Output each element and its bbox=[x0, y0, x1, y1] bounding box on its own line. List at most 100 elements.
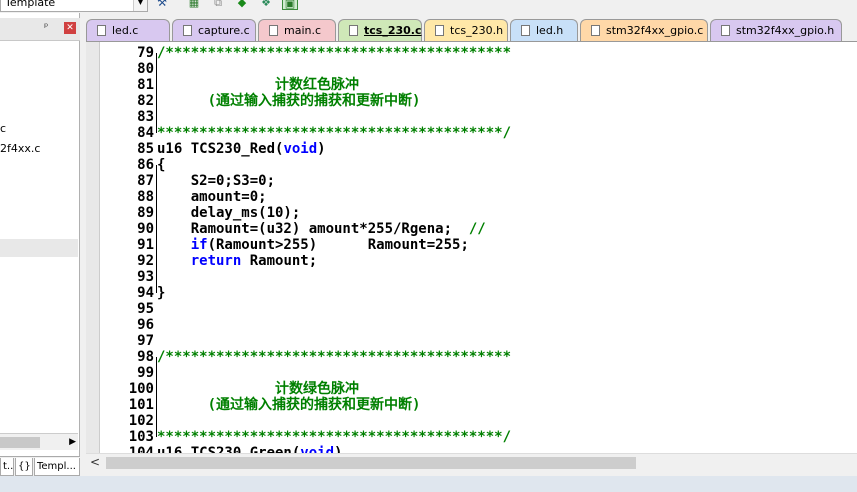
code-line[interactable]: 100 计数绿色脉冲 bbox=[86, 381, 857, 397]
download-icon[interactable]: ◆ bbox=[234, 0, 250, 10]
line-number: 98 bbox=[137, 349, 154, 365]
tab-tcs230-c[interactable]: tcs_230.c bbox=[338, 19, 422, 41]
code-text[interactable]: Ramount=(u32) amount*255/Rgena; // bbox=[157, 221, 486, 237]
code-line[interactable]: 102 bbox=[86, 413, 857, 429]
code-token: Ramount=(u32) amount*255/Rgena; bbox=[157, 221, 469, 237]
code-line[interactable]: 90 Ramount=(u32) amount*255/Rgena; // bbox=[86, 221, 857, 237]
code-line[interactable]: 93 bbox=[86, 269, 857, 285]
code-line[interactable]: 94} bbox=[86, 285, 857, 301]
tab-templates[interactable]: Templ... bbox=[34, 458, 80, 476]
project-panel: ᵖ ✕ c 2f4xx.c ▶ bbox=[0, 13, 80, 456]
comment-token: /***************************************… bbox=[157, 45, 512, 61]
code-line[interactable]: 89 delay_ms(10); bbox=[86, 205, 857, 221]
file-icon bbox=[349, 25, 358, 36]
tree-item[interactable]: 2f4xx.c bbox=[0, 142, 40, 155]
comment-token: (通过输入捕获的捕获和更新中断) bbox=[157, 397, 421, 413]
code-text[interactable]: u16 TCS230_Red(void) bbox=[157, 141, 326, 157]
code-line[interactable]: 98/*************************************… bbox=[86, 349, 857, 365]
tab-capture-c[interactable]: capture.c bbox=[172, 19, 256, 41]
code-text[interactable]: /***************************************… bbox=[157, 45, 511, 61]
code-token: { bbox=[157, 157, 166, 173]
line-number: 87 bbox=[137, 173, 154, 189]
code-line[interactable]: 85 u16 TCS230_Red(void) bbox=[86, 141, 857, 157]
code-line[interactable]: 103 *************************************… bbox=[86, 429, 857, 445]
code-text[interactable]: amount=0; bbox=[157, 189, 267, 205]
code-line[interactable]: 96 bbox=[86, 317, 857, 333]
code-line[interactable]: 99 bbox=[86, 365, 857, 381]
line-number: 90 bbox=[137, 221, 154, 237]
file-tabs: led.c capture.c main.c tcs_230.c tcs_230… bbox=[86, 18, 857, 41]
code-text[interactable]: (通过输入捕获的捕获和更新中断) bbox=[157, 397, 421, 413]
line-number: 79 bbox=[137, 45, 154, 61]
scrollbar-thumb[interactable] bbox=[106, 457, 636, 469]
pin-icon[interactable]: ᵖ bbox=[44, 22, 48, 33]
code-text[interactable]: /***************************************… bbox=[157, 349, 511, 365]
code-text[interactable]: (通过输入捕获的捕获和更新中断) bbox=[157, 93, 421, 109]
comment-token: // bbox=[468, 221, 486, 237]
tab-tcs230-h[interactable]: tcs_230.h bbox=[424, 19, 508, 41]
tree-selection[interactable] bbox=[0, 239, 78, 257]
debug-icon[interactable]: ❖ bbox=[258, 0, 274, 10]
code-line[interactable]: 86{ bbox=[86, 157, 857, 173]
project-panel-scrollbar[interactable]: ▶ bbox=[0, 433, 78, 450]
line-number: 100 bbox=[128, 381, 154, 397]
code-text[interactable]: } bbox=[157, 285, 165, 301]
code-text[interactable]: delay_ms(10); bbox=[157, 205, 301, 221]
tab-stm32f4xx-gpio-h[interactable]: stm32f4xx_gpio.h bbox=[710, 19, 842, 41]
target-select[interactable]: Template ▼ bbox=[0, 0, 148, 12]
code-line[interactable]: 88 amount=0; bbox=[86, 189, 857, 205]
wand-icon[interactable]: ⚒ bbox=[154, 0, 170, 10]
code-text[interactable]: { bbox=[157, 157, 165, 173]
target-select-value: Template bbox=[5, 0, 56, 9]
file-icon bbox=[521, 25, 530, 36]
tab-led-c[interactable]: led.c bbox=[86, 19, 170, 41]
code-text[interactable]: 计数红色脉冲 bbox=[157, 77, 359, 93]
code-editor[interactable]: 79/*************************************… bbox=[86, 41, 857, 461]
tab-main-c[interactable]: main.c bbox=[258, 19, 336, 41]
code-line[interactable]: 83 bbox=[86, 109, 857, 125]
rebuild-icon[interactable]: ⧉ bbox=[210, 0, 226, 10]
line-number: 81 bbox=[137, 77, 154, 93]
code-text[interactable]: 计数绿色脉冲 bbox=[157, 381, 359, 397]
comment-token: 计数红色脉冲 bbox=[157, 77, 360, 93]
code-line[interactable]: 84 **************************************… bbox=[86, 125, 857, 141]
code-line[interactable]: 95 bbox=[86, 301, 857, 317]
status-bar bbox=[0, 476, 857, 492]
code-line[interactable]: 101 (通过输入捕获的捕获和更新中断) bbox=[86, 397, 857, 413]
code-text[interactable]: return Ramount; bbox=[157, 253, 317, 269]
code-token: Ramount; bbox=[241, 253, 318, 269]
project-panel-tabs: t... {} Templ... bbox=[0, 456, 80, 476]
code-text[interactable]: ****************************************… bbox=[157, 125, 511, 141]
code-line[interactable]: 79/*************************************… bbox=[86, 45, 857, 61]
scroll-right-icon[interactable]: ▶ bbox=[69, 434, 76, 450]
tab-stm32f4xx-gpio-c[interactable]: stm32f4xx_gpio.c bbox=[580, 19, 708, 41]
code-line[interactable]: 92 return Ramount; bbox=[86, 253, 857, 269]
chevron-down-icon[interactable]: ▼ bbox=[133, 0, 147, 11]
code-line[interactable]: 97 bbox=[86, 333, 857, 349]
code-text[interactable]: S2=0;S3=0; bbox=[157, 173, 275, 189]
code-text[interactable]: ****************************************… bbox=[157, 429, 511, 445]
scroll-left-icon[interactable]: < bbox=[90, 455, 100, 469]
tab-led-h[interactable]: led.h bbox=[510, 19, 578, 41]
tree-item[interactable]: c bbox=[0, 122, 6, 135]
code-token: S2=0;S3=0; bbox=[157, 173, 276, 189]
code-line[interactable]: 80 bbox=[86, 61, 857, 77]
editor-scrollbar[interactable]: < bbox=[86, 453, 857, 471]
tab-functions[interactable]: {} bbox=[15, 458, 33, 476]
code-token: u16 TCS230_Red( bbox=[157, 141, 284, 157]
tab-project[interactable]: t... bbox=[0, 458, 14, 476]
build-icon[interactable]: ▦ bbox=[186, 0, 202, 10]
line-number: 101 bbox=[128, 397, 154, 413]
code-token: delay_ms(10); bbox=[157, 205, 301, 221]
code-line[interactable]: 91 if(Ramount>255) Ramount=255; bbox=[86, 237, 857, 253]
close-icon[interactable]: ✕ bbox=[64, 22, 76, 34]
code-line[interactable]: 87 S2=0;S3=0; bbox=[86, 173, 857, 189]
settings-icon[interactable]: ▣ bbox=[282, 0, 298, 10]
code-text[interactable]: if(Ramount>255) Ramount=255; bbox=[157, 237, 469, 253]
code-line[interactable]: 81 计数红色脉冲 bbox=[86, 77, 857, 93]
scrollbar-thumb[interactable] bbox=[0, 437, 40, 448]
line-number: 85 bbox=[137, 141, 154, 157]
comment-token: 计数绿色脉冲 bbox=[157, 381, 360, 397]
code-line[interactable]: 82 (通过输入捕获的捕获和更新中断) bbox=[86, 93, 857, 109]
